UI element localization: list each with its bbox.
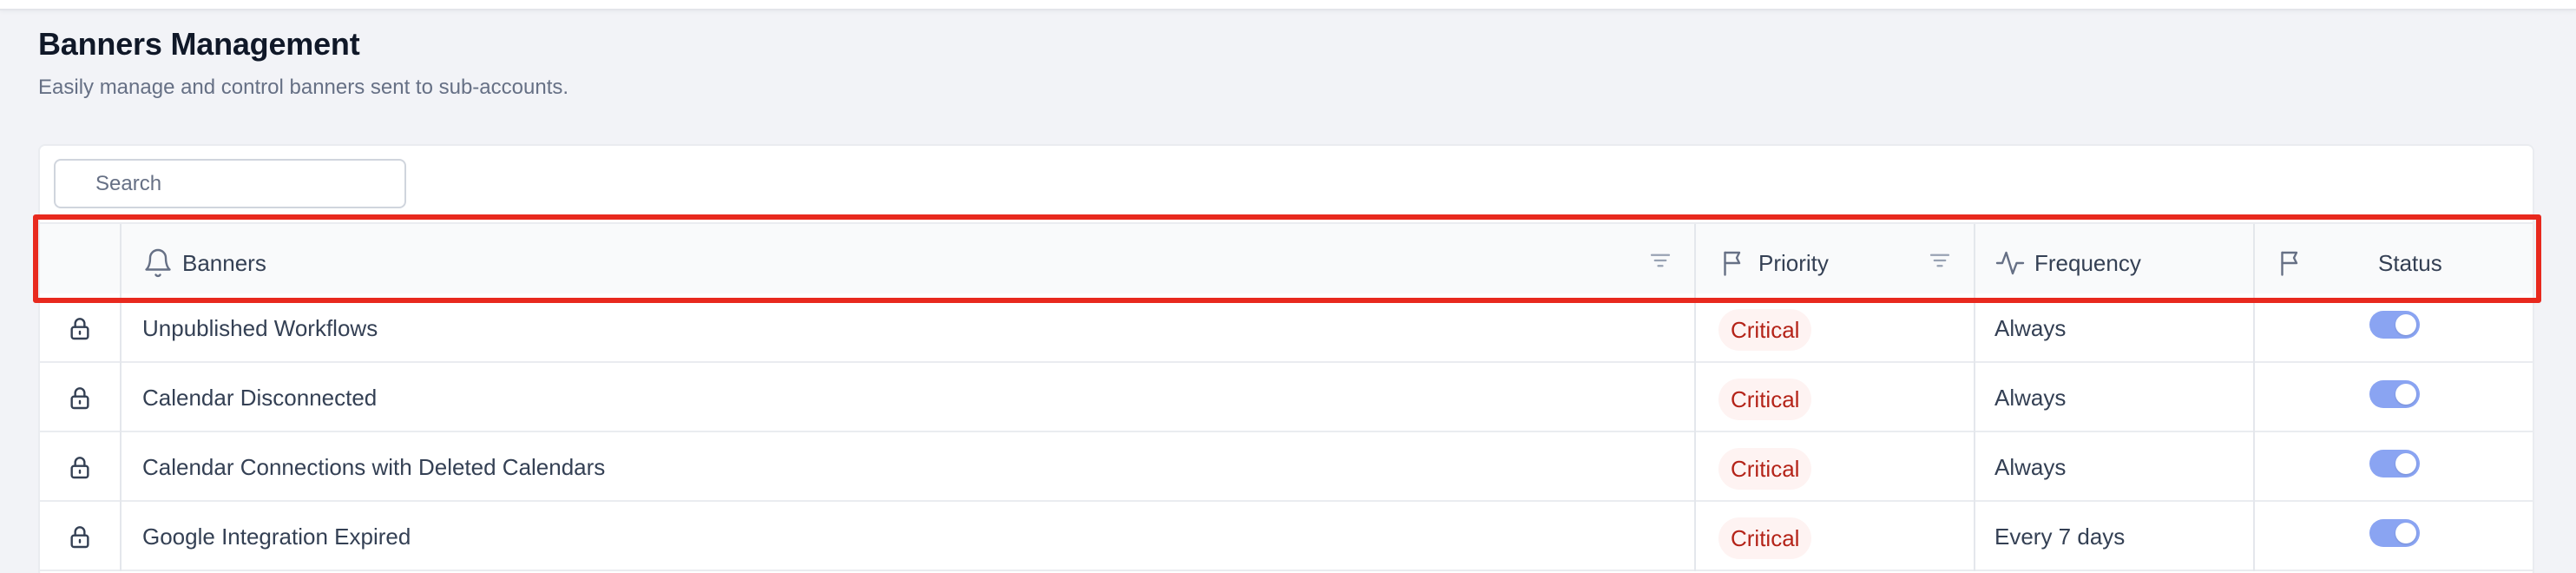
flag-icon (2276, 247, 2307, 279)
lock-icon (66, 384, 94, 412)
toggle-knob (2395, 453, 2416, 474)
priority-badge: Critical (1718, 379, 1812, 420)
toggle-knob (2395, 523, 2416, 543)
column-divider (1694, 293, 1696, 363)
status-toggle[interactable] (2369, 450, 2420, 478)
page-title: Banners Management (38, 26, 360, 62)
banner-name: Google Integration Expired (142, 524, 411, 550)
activity-icon (1994, 247, 2026, 279)
status-toggle[interactable] (2369, 311, 2420, 339)
status-toggle[interactable] (2369, 380, 2420, 408)
priority-badge: Critical (1718, 309, 1812, 351)
column-divider (1694, 502, 1696, 571)
bell-icon (142, 247, 174, 279)
table-header-row: Banners Priority Frequency Status (40, 222, 2533, 302)
column-divider (1974, 293, 1975, 363)
frequency-value: Always (1994, 385, 2067, 411)
frequency-value: Always (1994, 454, 2067, 480)
column-divider (120, 224, 122, 302)
table-row[interactable]: Google Integration Expired Critical Ever… (40, 502, 2533, 571)
column-divider (120, 502, 122, 571)
filter-lines-icon[interactable] (1647, 247, 1673, 273)
column-label-banners: Banners (182, 249, 266, 276)
column-divider (2253, 502, 2255, 571)
column-divider (1974, 363, 1975, 432)
column-label-frequency: Frequency (2034, 249, 2141, 276)
status-toggle[interactable] (2369, 519, 2420, 547)
banner-name: Calendar Disconnected (142, 385, 378, 411)
column-label-priority: Priority (1758, 249, 1829, 276)
top-bar (0, 0, 2576, 10)
banner-name: Calendar Connections with Deleted Calend… (142, 454, 606, 480)
column-divider (2253, 363, 2255, 432)
frequency-value: Always (1994, 315, 2067, 341)
priority-badge: Critical (1718, 517, 1812, 559)
frequency-value: Every 7 days (1994, 524, 2126, 550)
column-divider (1694, 363, 1696, 432)
lock-icon (66, 453, 94, 481)
column-divider (120, 293, 122, 363)
column-header-banners[interactable]: Banners (142, 224, 266, 302)
toggle-knob (2395, 314, 2416, 335)
column-divider (2253, 432, 2255, 502)
lock-icon (66, 523, 94, 550)
column-divider (2253, 224, 2255, 302)
column-divider (120, 432, 122, 502)
column-header-status[interactable]: Status (2378, 224, 2442, 302)
banner-name: Unpublished Workflows (142, 315, 378, 341)
lock-icon (66, 314, 94, 342)
page-subtitle: Easily manage and control banners sent t… (38, 76, 569, 99)
priority-badge: Critical (1718, 448, 1812, 490)
column-divider (1974, 224, 1975, 302)
column-header-status-flag (2276, 224, 2307, 302)
column-divider (2253, 293, 2255, 363)
table-row[interactable]: Calendar Connections with Deleted Calend… (40, 432, 2533, 502)
column-header-frequency[interactable]: Frequency (1994, 224, 2141, 302)
column-label-status: Status (2378, 249, 2442, 276)
toggle-knob (2395, 384, 2416, 405)
search-input[interactable] (54, 159, 406, 208)
table-row[interactable]: Calendar Disconnected Critical Always (40, 363, 2533, 432)
column-header-priority[interactable]: Priority (1718, 224, 1829, 302)
flag-icon (1718, 247, 1750, 279)
filter-lines-icon[interactable] (1927, 247, 1953, 273)
table-row[interactable]: Unpublished Workflows Critical Always (40, 293, 2533, 363)
column-divider (1974, 502, 1975, 571)
column-divider (120, 363, 122, 432)
column-divider (1694, 224, 1696, 302)
column-divider (1974, 432, 1975, 502)
column-divider (1694, 432, 1696, 502)
